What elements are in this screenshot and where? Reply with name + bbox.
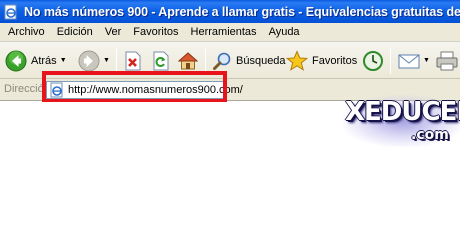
toolbar-separator xyxy=(390,48,391,74)
menu-archivo[interactable]: Archivo xyxy=(2,26,51,38)
print-icon xyxy=(436,51,458,70)
favorites-star-icon xyxy=(286,49,308,71)
mail-envelope-icon xyxy=(398,54,420,68)
history-clock-icon xyxy=(363,50,383,71)
favorites-button[interactable]: Favoritos xyxy=(286,42,357,79)
mail-button[interactable]: ▼ xyxy=(398,42,430,79)
back-button-label: Atrás xyxy=(31,54,57,67)
menu-favoritos[interactable]: Favoritos xyxy=(127,26,184,38)
favorites-button-label: Favoritos xyxy=(312,54,358,67)
stop-icon xyxy=(125,51,141,70)
forward-arrow-icon xyxy=(78,50,100,71)
ie-page-icon xyxy=(4,4,17,19)
menu-edicion[interactable]: Edición xyxy=(51,26,99,38)
search-button-label: Búsqueda xyxy=(236,54,286,67)
history-button[interactable] xyxy=(362,42,384,79)
window-title: No más números 900 - Aprende a llamar gr… xyxy=(24,4,460,19)
mail-dropdown-icon[interactable]: ▼ xyxy=(423,57,430,64)
menu-herramientas[interactable]: Herramientas xyxy=(185,26,263,38)
print-button[interactable] xyxy=(436,42,458,79)
xeduced-logo: XEDUCED .com xyxy=(343,93,460,153)
title-bar: No más números 900 - Aprende a llamar gr… xyxy=(0,0,460,23)
back-arrow-icon xyxy=(5,50,27,71)
back-dropdown-icon[interactable]: ▼ xyxy=(60,57,67,64)
menu-bar: Archivo Edición Ver Favoritos Herramient… xyxy=(0,23,460,42)
logo-sub-text: .com xyxy=(411,127,449,143)
home-icon xyxy=(178,51,198,69)
forward-dropdown-icon[interactable]: ▼ xyxy=(103,57,110,64)
search-icon xyxy=(213,52,231,70)
refresh-icon xyxy=(153,51,169,70)
url-highlight-box xyxy=(42,71,227,103)
menu-ayuda[interactable]: Ayuda xyxy=(263,26,306,38)
logo-main-text: XEDUCED xyxy=(345,97,460,127)
menu-ver[interactable]: Ver xyxy=(99,26,128,38)
